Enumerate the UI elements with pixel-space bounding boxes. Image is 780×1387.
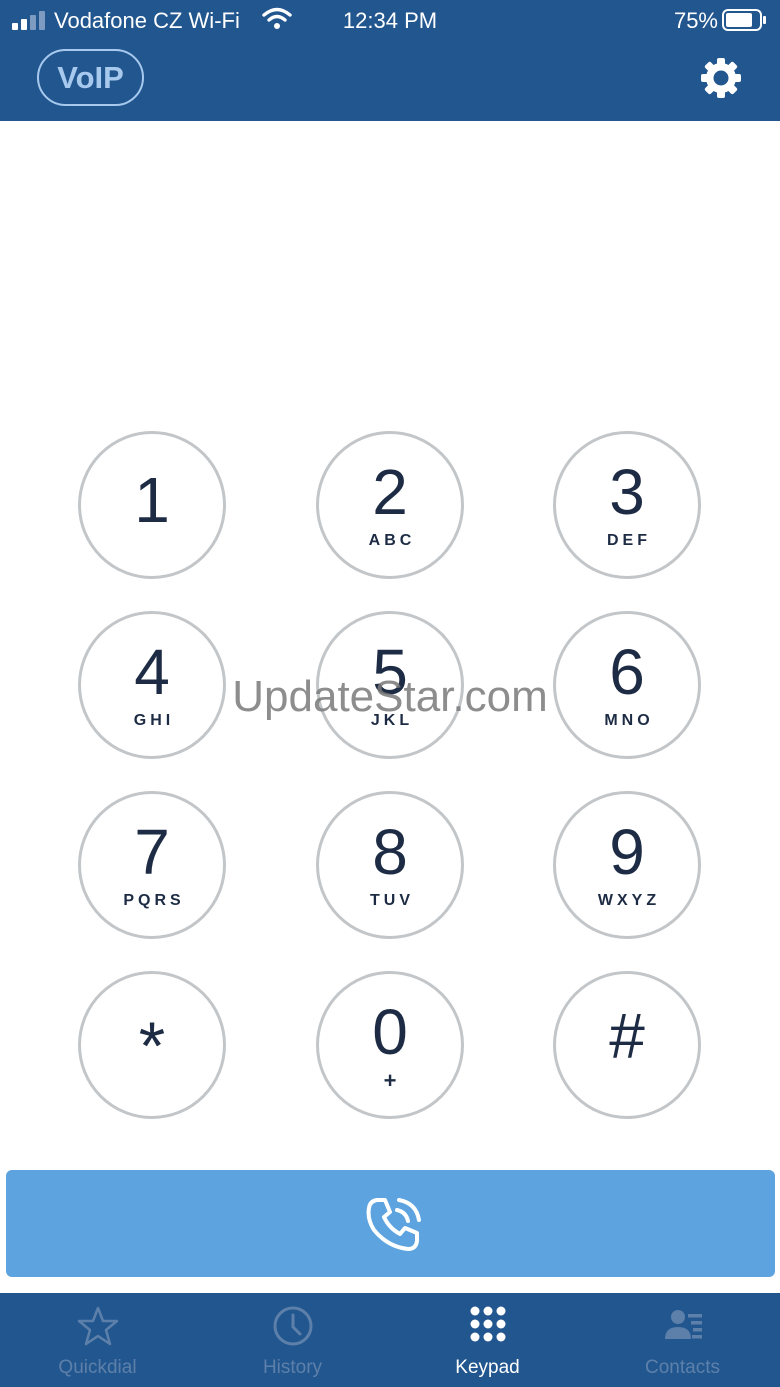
tab-bar: Quickdial History Keypad Contacts [0, 1293, 780, 1387]
key-0[interactable]: 0 + [316, 971, 464, 1119]
phone-call-icon [366, 1198, 421, 1251]
key-digit: 1 [134, 464, 170, 536]
tab-history[interactable]: History [195, 1293, 390, 1387]
key-letters: + [383, 1068, 401, 1093]
key-letters: ABC [368, 532, 416, 549]
gear-icon[interactable] [699, 56, 743, 100]
key-digit: 3 [609, 456, 645, 528]
tab-label: History [262, 1357, 323, 1378]
tab-contacts[interactable]: Contacts [585, 1293, 780, 1387]
key-letters: PQRS [123, 892, 185, 909]
watermark: UpdateStar.com [232, 672, 548, 721]
key-7[interactable]: 7 PQRS [78, 791, 226, 939]
key-digit: * [138, 1008, 166, 1084]
key-letters: TUV [370, 892, 414, 909]
key-8[interactable]: 8 TUV [316, 791, 464, 939]
key-digit: 8 [372, 816, 408, 888]
keypad-grid-icon [470, 1306, 506, 1342]
key-digit: 7 [134, 816, 170, 888]
status-bar: Vodafone CZ Wi-Fi 12:34 PM 75% [0, 0, 780, 40]
key-3[interactable]: 3 DEF [553, 431, 701, 579]
key-digit: 0 [372, 996, 408, 1068]
key-letters: WXYZ [597, 892, 661, 909]
battery-percentage: 75% [673, 8, 718, 33]
key-digit: 2 [372, 456, 408, 528]
contact-card-icon [665, 1310, 702, 1339]
clock-icon [273, 1306, 313, 1346]
key-hash[interactable]: # [553, 971, 701, 1119]
key-digit: 9 [609, 816, 645, 888]
battery-icon [722, 9, 766, 31]
star-icon [77, 1306, 119, 1346]
voip-brand-button[interactable]: VoIP [37, 49, 144, 106]
key-digit: # [609, 1000, 645, 1072]
tab-quickdial[interactable]: Quickdial [0, 1293, 195, 1387]
key-2[interactable]: 2 ABC [316, 431, 464, 579]
key-9[interactable]: 9 WXYZ [553, 791, 701, 939]
tab-label: Contacts [645, 1357, 720, 1378]
call-button[interactable] [6, 1170, 775, 1277]
tab-label: Quickdial [58, 1357, 137, 1378]
tab-label: Keypad [455, 1357, 520, 1378]
app-header: Vodafone CZ Wi-Fi 12:34 PM 75% VoIP [0, 0, 780, 121]
key-star[interactable]: * [78, 971, 226, 1119]
tab-keypad[interactable]: Keypad [390, 1293, 585, 1387]
key-letters: DEF [607, 532, 651, 549]
key-1[interactable]: 1 [78, 431, 226, 579]
status-time: 12:34 PM [342, 8, 438, 33]
